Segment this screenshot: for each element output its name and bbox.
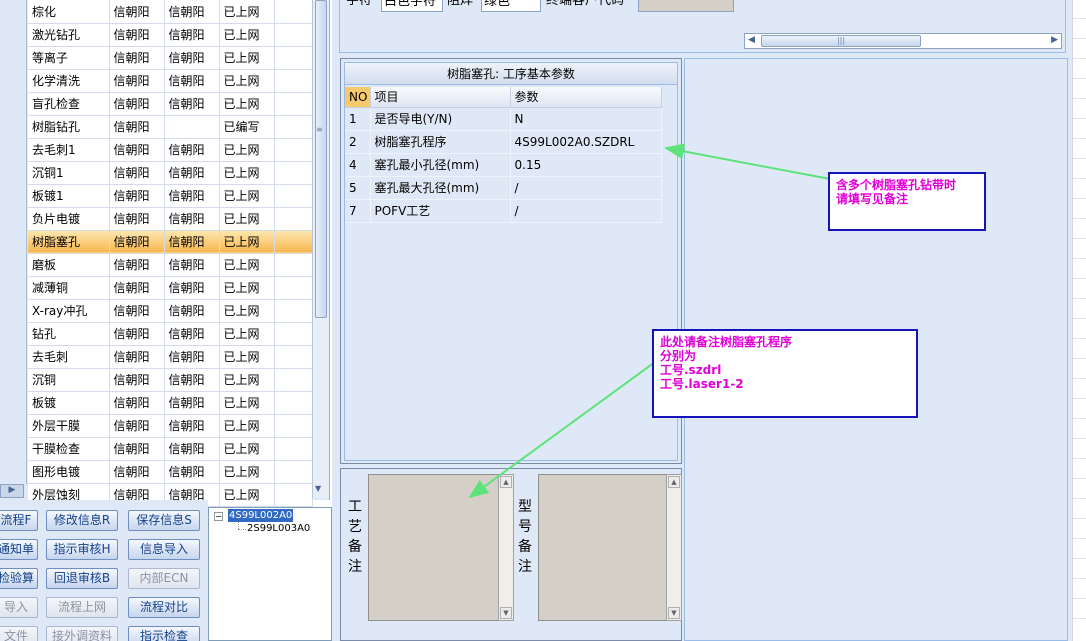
annotation-arrows (468, 143, 831, 499)
annotation-box-multiple-drill: 含多个树脂塞孔钻带时 请填写见备注 (828, 172, 986, 231)
annotation-box-remark-instruction: 此处请备注树脂塞孔程序 分别为 工号.szdrl 工号.laser1-2 (652, 329, 918, 418)
arrow-to-remark-icon (468, 361, 656, 499)
arrow-to-program-icon (664, 143, 831, 180)
